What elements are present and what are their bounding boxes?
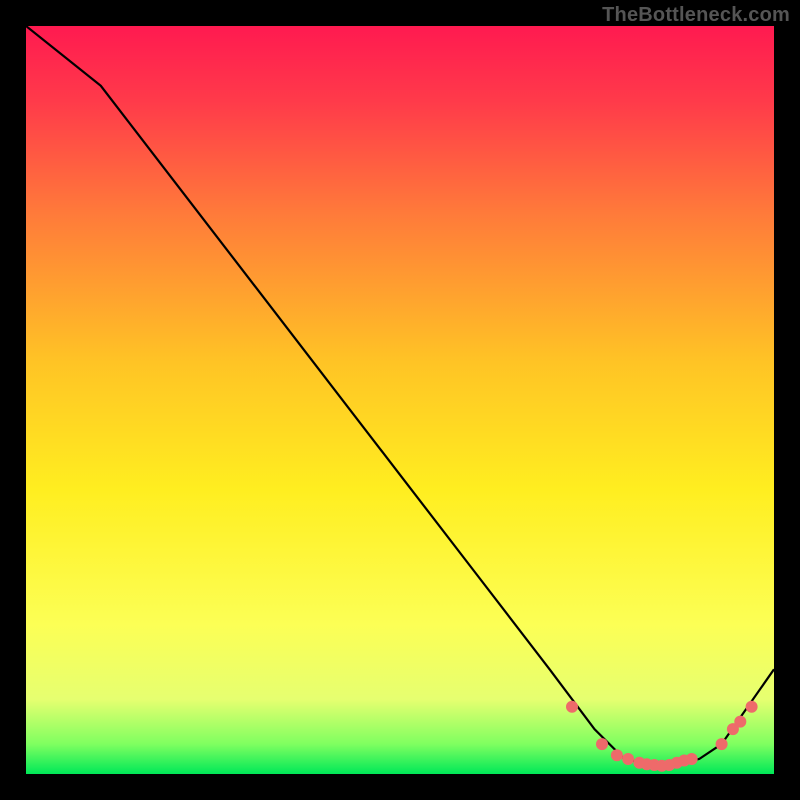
marker-dot — [734, 716, 746, 728]
chart-container: TheBottleneck.com — [0, 0, 800, 800]
marker-dot — [716, 738, 728, 750]
gradient-background — [26, 26, 774, 774]
marker-dot — [622, 753, 634, 765]
plot-area — [26, 26, 774, 774]
marker-dot — [596, 738, 608, 750]
marker-dot — [686, 753, 698, 765]
marker-dot — [746, 701, 758, 713]
marker-dot — [611, 749, 623, 761]
watermark-text: TheBottleneck.com — [602, 4, 790, 27]
chart-svg — [26, 26, 774, 774]
marker-dot — [566, 701, 578, 713]
